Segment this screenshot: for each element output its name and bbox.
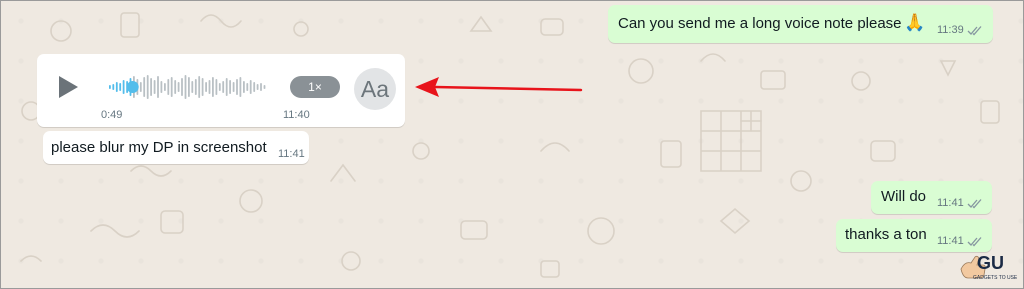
waveform-bar <box>112 84 115 90</box>
transcribe-button[interactable]: Aa <box>354 68 396 110</box>
waveform-bar <box>243 81 245 93</box>
message-time: 11:40 <box>283 109 310 121</box>
waveform-bar <box>212 77 214 97</box>
waveform-bar <box>194 79 197 95</box>
waveform-bar <box>201 78 204 96</box>
message-text: please blur my DP in screenshot <box>51 139 267 156</box>
waveform-bar <box>263 85 266 89</box>
waveform-bar <box>208 80 211 94</box>
waveform-scrubber[interactable] <box>126 81 139 93</box>
message-meta: 11:41 <box>278 148 305 160</box>
double-check-icon <box>967 25 982 35</box>
message-text: thanks a ton <box>845 226 927 243</box>
waveform-bar <box>198 76 201 98</box>
waveform-bar <box>146 75 149 99</box>
outgoing-message[interactable]: Can you send me a long voice note please… <box>608 5 993 43</box>
waveform-bar <box>164 83 166 91</box>
message-meta: 11:39 <box>937 24 983 36</box>
message-text: Will do <box>881 188 927 205</box>
waveform-bar <box>139 82 142 92</box>
waveform-bar <box>157 76 159 98</box>
waveform-bar <box>177 82 180 92</box>
waveform-bar <box>167 79 170 95</box>
waveform-bar <box>205 82 207 92</box>
waveform-bar <box>246 83 249 91</box>
folded-hands-emoji: 🙏 <box>904 13 926 32</box>
double-check-icon <box>967 198 982 208</box>
waveform-bar <box>232 82 235 92</box>
svg-text:GADGETS TO USE: GADGETS TO USE <box>973 275 1017 281</box>
waveform-bar <box>119 83 122 91</box>
waveform-bar <box>184 75 187 99</box>
waveform-bar <box>174 80 177 94</box>
waveform-bar <box>150 78 152 96</box>
chat-panel: Can you send me a long voice note please… <box>0 0 1024 289</box>
waveform-bar <box>143 77 146 97</box>
message-meta: 11:41 <box>937 197 983 209</box>
voice-note-message[interactable]: 1× Aa 0:49 11:40 <box>37 54 405 127</box>
gadgets-to-use-logo: GU GADGETS TO USE <box>960 253 1017 281</box>
message-time: 11:41 <box>937 197 964 209</box>
message-time: 11:41 <box>278 148 305 160</box>
incoming-message[interactable]: please blur my DP in screenshot 11:41 <box>43 131 309 164</box>
waveform-bar <box>222 81 225 93</box>
waveform-bar <box>260 83 262 91</box>
waveform[interactable] <box>109 72 267 102</box>
waveform-bar <box>229 80 231 94</box>
annotation-arrow <box>415 77 583 97</box>
waveform-bar <box>115 82 118 92</box>
svg-text:GU: GU <box>977 253 1004 273</box>
waveform-bar <box>249 80 252 94</box>
waveform-bar <box>256 84 259 90</box>
voice-duration: 0:49 <box>101 109 123 121</box>
waveform-bar <box>218 83 221 91</box>
message-text: Can you send me a long voice note please <box>618 15 902 32</box>
waveform-bar <box>191 81 194 93</box>
message-time: 11:39 <box>937 24 964 36</box>
waveform-bar <box>153 80 156 94</box>
outgoing-message[interactable]: Will do 11:41 <box>871 181 992 214</box>
playback-speed-button[interactable]: 1× <box>290 76 340 98</box>
waveform-bar <box>181 78 183 96</box>
waveform-bar <box>188 77 190 97</box>
waveform-bar <box>122 80 125 94</box>
play-icon[interactable] <box>55 73 81 101</box>
waveform-bar <box>225 78 228 96</box>
waveform-bar <box>253 82 256 92</box>
waveform-bar <box>215 79 218 95</box>
waveform-bar <box>170 77 173 97</box>
waveform-bar <box>160 81 163 93</box>
waveform-bar <box>239 77 242 97</box>
waveform-bar <box>236 79 238 95</box>
waveform-bar <box>109 85 111 89</box>
